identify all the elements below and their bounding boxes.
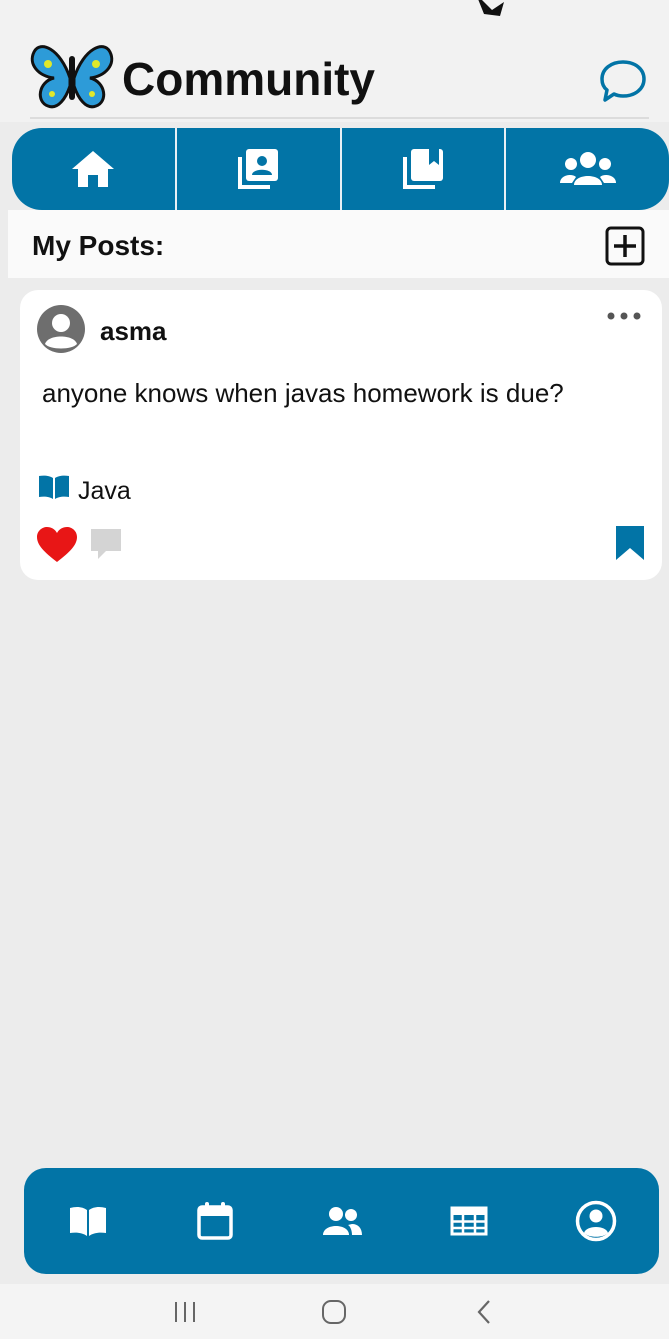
book-open-icon [39, 475, 69, 499]
table-icon [450, 1206, 487, 1236]
heart-icon[interactable] [36, 526, 78, 564]
app-header: Community [0, 22, 669, 122]
app-title: Community [122, 53, 375, 105]
more-options-icon[interactable] [606, 310, 642, 322]
header-divider [30, 117, 649, 119]
nav-profile[interactable] [566, 1191, 626, 1251]
nav-calendar[interactable] [185, 1191, 245, 1251]
post-tag[interactable]: Java [78, 477, 131, 506]
recents-button[interactable] [165, 1292, 205, 1332]
tab-groups[interactable] [506, 128, 669, 210]
nav-courses[interactable] [58, 1191, 118, 1251]
nav-schedule[interactable] [439, 1191, 499, 1251]
avatar[interactable] [36, 304, 86, 354]
user-circle-icon [575, 1200, 616, 1242]
nav-community[interactable] [312, 1191, 372, 1251]
users-icon [322, 1207, 362, 1235]
butterfly-logo-icon [30, 45, 114, 109]
back-chevron-icon [477, 1299, 490, 1324]
book-open-icon [69, 1206, 106, 1236]
bookmarks-icon [402, 149, 443, 189]
bookmark-icon[interactable] [614, 524, 646, 562]
users-icon [559, 152, 616, 185]
system-nav-bar [0, 1284, 669, 1339]
my-posts-header: My Posts: [8, 210, 669, 278]
comment-icon[interactable] [88, 526, 124, 562]
calendar-icon [196, 1202, 233, 1240]
post-author[interactable]: asma [100, 316, 167, 347]
recents-icon [174, 1301, 195, 1322]
post-card[interactable]: asma anyone knows when javas homework is… [20, 290, 662, 580]
top-tab-bar [12, 128, 669, 210]
status-bar [0, 0, 669, 22]
back-button[interactable] [464, 1292, 504, 1332]
home-button[interactable] [314, 1292, 354, 1332]
home-circle-icon [322, 1299, 347, 1324]
tab-my-posts[interactable] [177, 128, 342, 210]
home-icon [72, 151, 115, 187]
post-text: anyone knows when javas homework is due? [42, 378, 564, 408]
add-square-icon[interactable] [605, 226, 645, 266]
chat-bubble-icon[interactable] [597, 56, 649, 108]
tab-saved[interactable] [342, 128, 507, 210]
mouse-cursor-icon [478, 0, 504, 16]
profile-posts-icon [238, 149, 279, 189]
bottom-nav [24, 1168, 659, 1274]
tab-home[interactable] [12, 128, 177, 210]
section-title: My Posts: [32, 230, 165, 261]
